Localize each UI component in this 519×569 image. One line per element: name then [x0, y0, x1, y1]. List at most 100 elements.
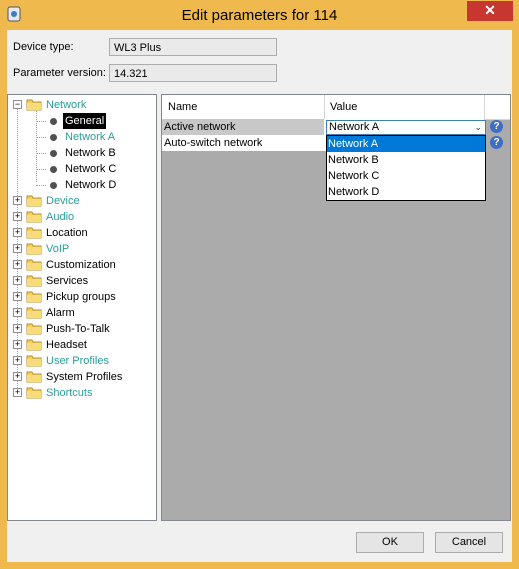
expand-icon[interactable]: + [13, 356, 22, 365]
folder-icon [26, 227, 42, 239]
parameter-version-field: 14.321 [109, 64, 277, 82]
tree-node-label: Network [46, 99, 87, 111]
help-icon[interactable]: ? [490, 136, 503, 149]
expand-icon[interactable]: + [13, 228, 22, 237]
row-name-cell: Active network [162, 119, 324, 135]
folder-icon [26, 211, 42, 223]
help-icon[interactable]: ? [490, 120, 503, 133]
expand-icon[interactable]: + [13, 324, 22, 333]
folder-icon [26, 275, 42, 287]
expand-icon[interactable]: + [13, 260, 22, 269]
tree-node-pickup-groups[interactable]: + Pickup groups [8, 289, 156, 305]
tree-node-label: Alarm [46, 307, 75, 319]
folder-icon [26, 387, 42, 399]
column-header-name[interactable]: Name [168, 101, 197, 113]
tree-connector [36, 185, 46, 186]
tree-node-label: Location [46, 227, 88, 239]
column-header-value[interactable]: Value [330, 101, 357, 113]
tree-node-label: VoIP [46, 243, 70, 255]
folder-icon [26, 99, 42, 111]
tree-node-label: Network D [65, 179, 117, 191]
tree-node-system-profiles[interactable]: + System Profiles [8, 369, 156, 385]
close-button[interactable]: ✕ [467, 1, 513, 21]
tree-node-label: Pickup groups [46, 291, 116, 303]
active-network-combobox[interactable]: Network A ⌄ [326, 120, 486, 135]
dropdown-option-network-a[interactable]: Network A [327, 136, 485, 152]
tree-node-network-c[interactable]: Network C [8, 161, 156, 177]
dropdown-option-network-b[interactable]: Network B [327, 152, 485, 168]
chevron-down-icon[interactable]: ⌄ [474, 122, 482, 133]
leaf-bullet-icon [50, 118, 57, 125]
tree-connector [36, 121, 46, 122]
tree-node-location[interactable]: + Location [8, 225, 156, 241]
dialog-body: Device type: WL3 Plus Parameter version:… [7, 30, 512, 562]
tree-node-label: Network B [65, 147, 116, 159]
expand-icon[interactable]: + [13, 292, 22, 301]
tree-node-network-b[interactable]: Network B [8, 145, 156, 161]
tree-node-network-a[interactable]: Network A [8, 129, 156, 145]
column-separator[interactable] [484, 95, 485, 119]
title-bar[interactable]: Edit parameters for 114 ✕ [0, 0, 519, 30]
window-title: Edit parameters for 114 [181, 7, 338, 24]
device-type-label: Device type: [13, 41, 74, 53]
parameter-version-label: Parameter version: [13, 67, 106, 79]
column-separator[interactable] [324, 95, 325, 119]
expand-icon[interactable]: + [13, 196, 22, 205]
expand-icon[interactable]: + [13, 212, 22, 221]
folder-icon [26, 195, 42, 207]
folder-icon [26, 243, 42, 255]
tree-node-label: System Profiles [46, 371, 123, 383]
tree-node-label: Headset [46, 339, 87, 351]
tree-node-customization[interactable]: + Customization [8, 257, 156, 273]
parameter-tree[interactable]: − Network General Network A Network B Network… [7, 94, 157, 521]
tree-connector [36, 137, 46, 138]
dialog-window: Edit parameters for 114 ✕ Device type: W… [0, 0, 519, 569]
tree-node-services[interactable]: + Services [8, 273, 156, 289]
dropdown-option-network-d[interactable]: Network D [327, 184, 485, 200]
leaf-bullet-icon [50, 150, 57, 157]
folder-icon [26, 371, 42, 383]
tree-node-label: Push-To-Talk [46, 323, 110, 335]
folder-icon [26, 355, 42, 367]
tree-node-label: Services [46, 275, 89, 287]
expand-icon[interactable]: + [13, 308, 22, 317]
tree-node-audio[interactable]: + Audio [8, 209, 156, 225]
tree-node-label: User Profiles [46, 355, 109, 367]
ok-button[interactable]: OK [356, 532, 424, 553]
grid-row-active-network[interactable]: Active network Network A ⌄ ? [162, 119, 510, 135]
tree-node-label: Shortcuts [46, 387, 93, 399]
tree-node-voip[interactable]: + VoIP [8, 241, 156, 257]
leaf-bullet-icon [50, 166, 57, 173]
expand-icon[interactable]: + [13, 340, 22, 349]
tree-connector [36, 169, 46, 170]
tree-node-network-d[interactable]: Network D [8, 177, 156, 193]
tree-node-headset[interactable]: + Headset [8, 337, 156, 353]
expand-icon[interactable]: + [13, 388, 22, 397]
tree-node-device[interactable]: + Device [8, 193, 156, 209]
network-dropdown-list[interactable]: Network A Network B Network C Network D [326, 135, 486, 201]
device-type-field: WL3 Plus [109, 38, 277, 56]
parameter-grid[interactable]: Name Value Active network Network A ⌄ ? … [161, 94, 511, 521]
tree-node-network[interactable]: − Network [8, 97, 156, 113]
tree-node-push-to-talk[interactable]: + Push-To-Talk [8, 321, 156, 337]
folder-icon [26, 291, 42, 303]
row-name-cell: Auto-switch network [162, 135, 324, 151]
tree-connector [36, 153, 46, 154]
tree-node-label: General [63, 113, 107, 129]
expand-icon[interactable]: + [13, 244, 22, 253]
tree-node-shortcuts[interactable]: + Shortcuts [8, 385, 156, 401]
tree-node-label: Device [46, 195, 80, 207]
tree-node-general[interactable]: General [8, 113, 156, 129]
folder-icon [26, 307, 42, 319]
folder-icon [26, 339, 42, 351]
tree-node-label: Customization [46, 259, 116, 271]
tree-node-user-profiles[interactable]: + User Profiles [8, 353, 156, 369]
tree-node-label: Network C [65, 163, 117, 175]
dropdown-option-network-c[interactable]: Network C [327, 168, 485, 184]
expand-icon[interactable]: + [13, 276, 22, 285]
tree-node-label: Audio [46, 211, 75, 223]
cancel-button[interactable]: Cancel [435, 532, 503, 553]
tree-node-alarm[interactable]: + Alarm [8, 305, 156, 321]
collapse-icon[interactable]: − [13, 100, 22, 109]
expand-icon[interactable]: + [13, 372, 22, 381]
